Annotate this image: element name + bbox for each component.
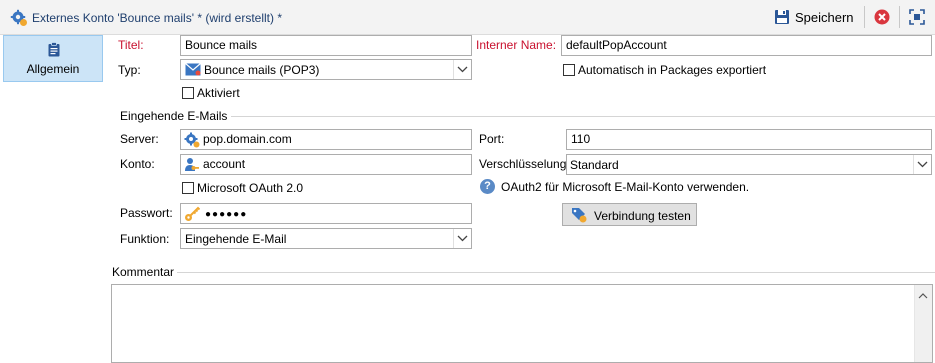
type-select-value: Bounce mails (POP3) [204, 63, 320, 77]
function-select-value: Eingehende E-Mail [185, 232, 287, 246]
oauth-checkbox[interactable] [182, 182, 194, 194]
gear-account-icon [10, 9, 28, 30]
password-value: ●●●●●● [205, 209, 248, 220]
server-gear-icon [184, 132, 200, 149]
close-icon [874, 9, 890, 28]
toolbar-separator [899, 6, 900, 28]
encryption-label: Verschlüsselung: [479, 157, 570, 171]
account-label: Konto: [120, 157, 155, 171]
test-connection-button[interactable]: Verbindung testen [562, 203, 697, 226]
active-label: Aktiviert [197, 86, 240, 100]
key-icon [184, 206, 201, 223]
save-button[interactable]: Speichern [772, 5, 860, 29]
server-value: pop.domain.com [203, 132, 292, 146]
title-input[interactable]: Bounce mails [180, 35, 472, 56]
close-button[interactable] [874, 9, 890, 25]
nav-item-allgemein[interactable]: Allgemein [3, 35, 103, 82]
oauth-label: Microsoft OAuth 2.0 [197, 181, 304, 195]
auto-export-checkbox[interactable] [563, 64, 575, 76]
function-select[interactable]: Eingehende E-Mail [180, 228, 472, 249]
chevron-down-icon [453, 229, 471, 248]
server-input[interactable]: pop.domain.com [180, 129, 472, 150]
nav-item-label: Allgemein [26, 62, 80, 76]
account-value: account [203, 157, 246, 171]
port-input[interactable]: 110 [566, 129, 932, 150]
chevron-down-icon [453, 60, 471, 79]
comment-scrollbar[interactable] [914, 285, 932, 362]
internal-name-input[interactable]: defaultPopAccount [561, 35, 932, 56]
function-label: Funktion: [120, 232, 170, 246]
comment-label: Kommentar [112, 265, 175, 279]
encryption-select-value: Standard [570, 158, 619, 172]
test-connection-label: Verbindung testen [594, 209, 691, 223]
internal-name-label: Interner Name: [476, 38, 557, 52]
scroll-up-arrow-icon[interactable] [918, 289, 928, 303]
chevron-down-icon [913, 155, 931, 174]
type-label: Typ: [118, 63, 141, 77]
incoming-group-label: Eingehende E-Mails [120, 109, 228, 123]
save-button-label: Speichern [795, 10, 854, 25]
password-label: Passwort: [120, 206, 173, 220]
info-icon: ? [480, 179, 495, 194]
port-label: Port: [479, 132, 505, 146]
title-label: Titel: [118, 38, 144, 52]
comment-divider [177, 272, 935, 273]
title-bar: Externes Konto 'Bounce mails' * (wird er… [0, 0, 935, 35]
envelope-icon [185, 63, 201, 79]
oauth-hint: OAuth2 für Microsoft E-Mail-Konto verwen… [501, 180, 750, 194]
floppy-disk-icon [774, 9, 790, 28]
clipboard-icon [48, 42, 60, 60]
auto-export-label: Automatisch in Packages exportiert [578, 63, 767, 77]
password-input[interactable]: ●●●●●● [180, 203, 472, 224]
group-divider [231, 116, 935, 117]
type-select[interactable]: Bounce mails (POP3) [180, 59, 472, 80]
comment-textarea[interactable] [111, 284, 933, 363]
encryption-select[interactable]: Standard [566, 154, 932, 175]
fullscreen-icon [909, 9, 925, 28]
toolbar-separator [864, 6, 865, 28]
user-key-icon [184, 157, 200, 174]
account-input[interactable]: account [180, 154, 472, 175]
maximize-button[interactable] [909, 9, 925, 25]
tag-connection-icon [571, 207, 587, 226]
server-label: Server: [120, 132, 159, 146]
window-title: Externes Konto 'Bounce mails' * (wird er… [32, 11, 283, 25]
active-checkbox[interactable] [182, 87, 194, 99]
